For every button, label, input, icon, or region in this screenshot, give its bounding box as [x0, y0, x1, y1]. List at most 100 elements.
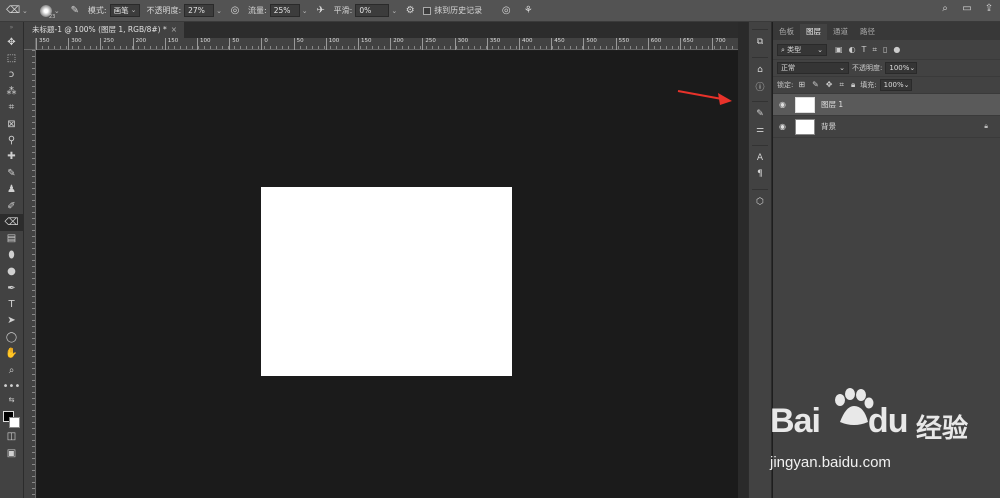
lasso-icon[interactable]: ↄ [0, 67, 23, 83]
filter-adjustment-icon[interactable]: ◐ [849, 45, 856, 55]
gear-icon[interactable]: ⚙ [403, 5, 417, 16]
chevron-down-icon[interactable]: ⌄ [216, 7, 222, 15]
magic-wand-icon[interactable]: ⁂ [0, 83, 23, 99]
filter-type-icon[interactable]: T [862, 45, 867, 55]
zoom-icon[interactable]: ⌕ [0, 362, 23, 378]
lock-image-icon[interactable]: ✎ [812, 80, 819, 90]
visibility-eye-icon[interactable]: ◉ [779, 100, 789, 109]
brush-settings-icon[interactable]: ✎ [68, 5, 82, 16]
crop-icon[interactable]: ⌗ [0, 100, 23, 116]
paragraph-icon[interactable]: ¶ [749, 166, 771, 182]
pressure-size-icon[interactable]: ◎ [499, 5, 513, 16]
character-icon[interactable]: A [749, 150, 771, 166]
swap-colors-icon[interactable]: ⇆ [0, 395, 23, 405]
canvas-area[interactable] [37, 51, 738, 498]
frame-icon[interactable]: ⊠ [0, 116, 23, 132]
opacity-input[interactable]: 27% [184, 4, 215, 17]
search-icon[interactable]: ⌕ [938, 3, 952, 14]
dodge-icon[interactable]: ● [0, 263, 23, 279]
shape-icon[interactable]: ◯ [0, 329, 23, 345]
lock-icon: 🔒︎ [984, 122, 988, 130]
brush-settings-icon[interactable]: ✎ [749, 106, 771, 122]
close-icon[interactable]: × [171, 25, 177, 34]
ruler-tick-label: 100 [325, 38, 339, 50]
layer-row[interactable]: ◉ 背景 🔒︎ [773, 116, 1000, 138]
layer-name[interactable]: 图层 1 [821, 99, 843, 110]
smoothing-input[interactable]: 0% [355, 4, 390, 17]
ruler-tick-label: 350 [36, 38, 50, 50]
smoothing-label: 平滑: [333, 6, 353, 15]
eraser-tool-icon[interactable]: ⌫ [6, 5, 20, 16]
pen-icon[interactable]: ✒ [0, 280, 23, 296]
background-color[interactable] [9, 416, 20, 428]
ruler-tick-label: 250 [422, 38, 436, 50]
chevron-down-icon[interactable]: ⌄ [302, 7, 308, 15]
document-canvas[interactable] [261, 187, 512, 376]
workspace-icon[interactable]: ▭ [960, 3, 974, 14]
canvas-scroll-gutter [738, 22, 748, 498]
quick-mask-icon[interactable]: ◫ [0, 429, 23, 445]
lock-all-icon[interactable]: 🔒︎ [851, 80, 855, 90]
tab-paths[interactable]: 路径 [854, 24, 881, 40]
tab-channels[interactable]: 通道 [827, 24, 854, 40]
path-select-icon[interactable]: ➤ [0, 313, 23, 329]
layer-opacity-input[interactable]: 100% ⌄ [885, 62, 918, 74]
learn-icon[interactable]: ⌂ [749, 62, 771, 78]
info-icon[interactable]: ⓘ [749, 78, 771, 94]
ruler-origin[interactable] [24, 38, 36, 50]
eyedropper-icon[interactable]: ⚲ [0, 132, 23, 148]
move-icon[interactable]: ✥ [0, 34, 23, 50]
lock-artboard-icon[interactable]: ⌗ [839, 80, 844, 90]
color-swatches[interactable] [0, 405, 23, 429]
marquee-icon[interactable]: ⬚ [0, 50, 23, 66]
stamp-icon[interactable]: ♟ [0, 182, 23, 198]
airbrush-icon[interactable]: ✈ [314, 5, 328, 16]
type-icon[interactable]: T [0, 296, 23, 312]
layer-filter-select[interactable]: ⌕ 类型 ⌄ [777, 43, 827, 56]
more-icon[interactable]: ••• [0, 378, 23, 394]
tab-swatches[interactable]: 色板 [773, 24, 800, 40]
flow-input[interactable]: 25% [269, 4, 300, 17]
history-icon[interactable]: ⧉ [749, 34, 771, 50]
ruler-tick-label: 200 [390, 38, 404, 50]
erase-history-checkbox[interactable] [423, 6, 432, 15]
3d-icon[interactable]: ⬡ [749, 194, 771, 210]
visibility-eye-icon[interactable]: ◉ [779, 122, 789, 131]
filter-toggle-icon[interactable]: ● [893, 45, 900, 55]
fill-input[interactable]: 100% ⌄ [879, 79, 912, 91]
mode-select[interactable]: 画笔 ⌄ [109, 4, 141, 17]
gradient-icon[interactable]: ▤ [0, 231, 23, 247]
layer-row[interactable]: ◉ 图层 1 [773, 94, 1000, 116]
blend-mode-select[interactable]: 正常 ⌄ [777, 62, 849, 74]
hand-icon[interactable]: ✋ [0, 345, 23, 361]
toolbar-grip[interactable]: » [0, 22, 23, 34]
ruler-tick-label: 400 [519, 38, 533, 50]
healing-icon[interactable]: ✚ [0, 149, 23, 165]
layer-thumbnail [795, 96, 815, 113]
lock-label: 锁定: [777, 81, 794, 89]
history-brush-icon[interactable]: ✐ [0, 198, 23, 214]
chevron-down-icon[interactable]: ⌄ [22, 7, 28, 15]
pressure-opacity-icon[interactable]: ◎ [228, 5, 242, 16]
symmetry-icon[interactable]: ⚘ [521, 5, 535, 16]
lock-transparent-icon[interactable]: ⊞ [798, 80, 805, 90]
eraser-icon[interactable]: ⌫ [0, 214, 23, 231]
lock-position-icon[interactable]: ✥ [826, 80, 833, 90]
adjustments-icon[interactable]: ⚌ [749, 122, 771, 138]
document-tab[interactable]: 未标题-1 @ 100% (图层 1, RGB/8#) * × [24, 22, 184, 38]
fill-label: 填充: [860, 81, 877, 89]
layer-name[interactable]: 背景 [821, 121, 836, 132]
tab-layers[interactable]: 图层 [800, 24, 827, 40]
filter-pixel-icon[interactable]: ▣ [835, 45, 843, 55]
blur-icon[interactable]: ⬮ [0, 247, 23, 263]
filter-shape-icon[interactable]: ⌗ [872, 45, 877, 55]
vertical-ruler[interactable] [24, 50, 36, 498]
brush-icon[interactable]: ✎ [0, 165, 23, 181]
share-icon[interactable]: ⇪ [982, 3, 996, 14]
chevron-down-icon[interactable]: ⌄ [391, 7, 397, 15]
screen-mode-icon[interactable]: ▣ [0, 445, 23, 461]
horizontal-ruler[interactable]: 350 300 250 200 150 100 50 0 50 100 150 200 250 300 35… [36, 38, 738, 50]
filter-smart-object-icon[interactable]: ▯ [883, 45, 887, 55]
options-bar: ⌫ ⌄ ⌄ 23 ✎ 模式: 画笔 ⌄ 不透明度: 27% ⌄ ◎ 流量: 25%… [0, 0, 1000, 22]
mode-label: 模式: [87, 6, 107, 15]
